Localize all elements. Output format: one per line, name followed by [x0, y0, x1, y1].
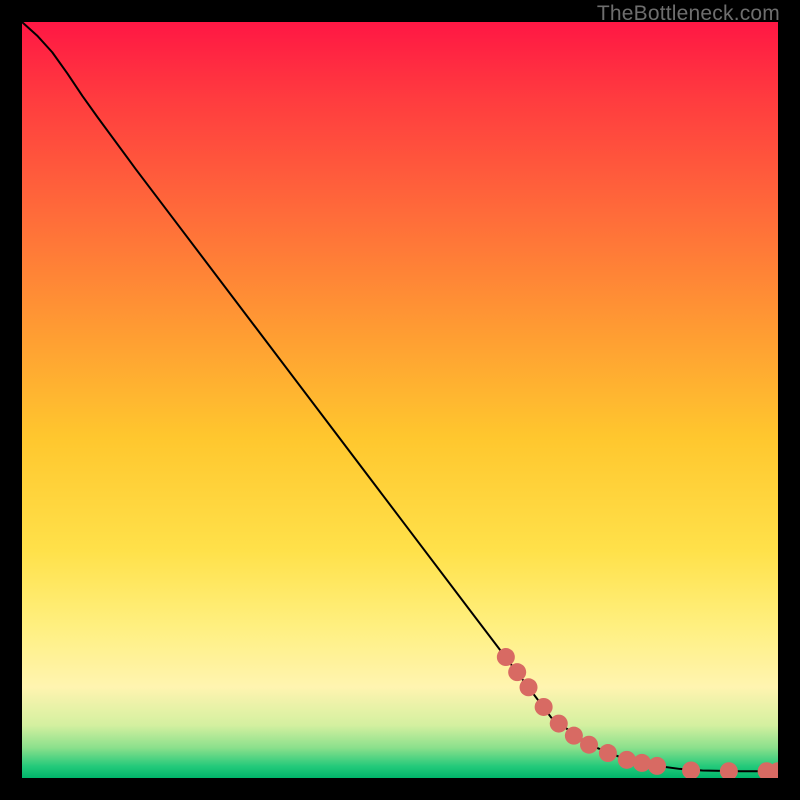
- chart-svg: [22, 22, 778, 778]
- watermark-label: TheBottleneck.com: [597, 2, 780, 26]
- marker-dot: [648, 757, 666, 775]
- marker-dot: [580, 736, 598, 754]
- marker-dot: [520, 678, 538, 696]
- marker-dot: [535, 698, 553, 716]
- chart-plot-area: [22, 22, 778, 778]
- marker-dot: [508, 663, 526, 681]
- marker-dot: [599, 744, 617, 762]
- marker-dot: [550, 715, 568, 733]
- marker-dot: [565, 727, 583, 745]
- marker-dot: [618, 751, 636, 769]
- chart-frame: TheBottleneck.com: [0, 0, 800, 800]
- marker-dot: [633, 754, 651, 772]
- marker-dot: [497, 648, 515, 666]
- chart-background: [22, 22, 778, 778]
